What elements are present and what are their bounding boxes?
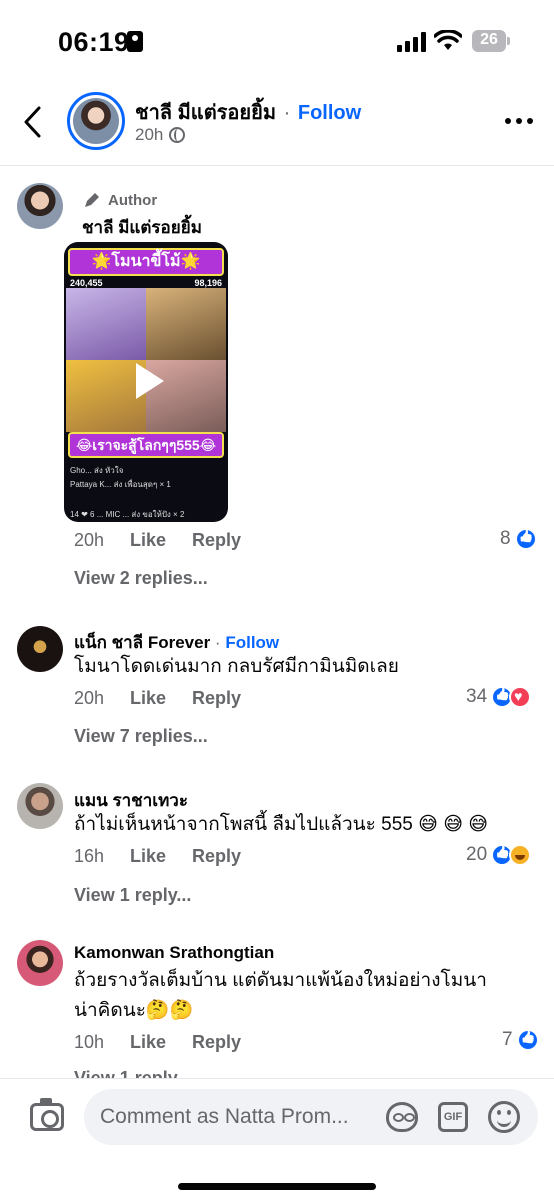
comment-author-name[interactable]: แน็ก ชาลี Forever <box>74 633 210 652</box>
comment-timestamp[interactable]: 20h <box>74 530 130 551</box>
love-reaction-icon <box>509 686 532 708</box>
post-header: ชาลี มีแต่รอยยิ้ม · Follow 20h <box>0 84 554 166</box>
comment-actions: 16h Like Reply <box>74 846 241 867</box>
home-indicator <box>178 1183 376 1190</box>
comment-text: โมนาโดดเด่นมาก กลบรัศมีกามินมิดเลย <box>74 656 399 677</box>
comment-author-name[interactable]: Kamonwan Srathongtian <box>74 943 274 963</box>
like-reaction-icon <box>516 1029 539 1051</box>
comment-timestamp[interactable]: 16h <box>74 846 130 867</box>
header-title: ชาลี มีแต่รอยยิ้ม · Follow <box>135 96 361 128</box>
comment-avatar[interactable] <box>17 783 63 829</box>
post-timestamp[interactable]: 20h <box>135 125 163 145</box>
separator-dot: · <box>214 633 221 652</box>
comment-actions: 20h Like Reply <box>74 688 241 709</box>
comment-actions: 20h Like Reply <box>74 530 241 551</box>
like-button[interactable]: Like <box>130 846 192 867</box>
header-avatar[interactable] <box>67 92 125 150</box>
view-replies-link[interactable]: View 7 replies... <box>74 726 208 747</box>
gif-icon[interactable]: GIF <box>438 1102 468 1132</box>
comment-text: ถ้วยรางวัลเต็มบ้าน แต่ดันมาแพ้น้องใหม่อย… <box>74 970 487 991</box>
video-chat-line: Gho... ส่ง หัวใจ <box>70 466 124 475</box>
comment-timestamp[interactable]: 20h <box>74 688 130 709</box>
comment-avatar[interactable] <box>17 626 63 672</box>
reaction-summary[interactable]: 8 <box>500 528 537 550</box>
more-icon[interactable] <box>505 118 535 128</box>
like-button[interactable]: Like <box>130 530 192 551</box>
haha-reaction-icon <box>509 844 532 866</box>
comment-input[interactable]: Comment as Natta Prom... GIF <box>84 1089 538 1145</box>
reaction-summary[interactable]: 7 <box>502 1029 539 1051</box>
comment-actions: 10h Like Reply <box>74 1032 241 1053</box>
video-score-right: 98,196 <box>194 278 222 288</box>
like-reaction-icon <box>514 528 537 550</box>
page-name[interactable]: ชาลี มีแต่รอยยิ้ม <box>135 102 276 124</box>
battery-icon: 26 <box>472 30 510 52</box>
wifi-icon <box>434 30 462 50</box>
status-bar: 06:19 26 <box>0 0 554 84</box>
post-meta: 20h <box>135 125 186 145</box>
view-replies-link[interactable]: View 2 replies... <box>74 568 208 589</box>
reaction-count: 7 <box>502 1029 513 1050</box>
id-card-icon <box>127 31 143 52</box>
video-participant-1 <box>66 288 146 360</box>
author-badge: Author <box>82 190 157 210</box>
reaction-count: 20 <box>466 844 488 865</box>
reaction-count: 8 <box>500 528 511 549</box>
reply-button[interactable]: Reply <box>192 1032 241 1053</box>
battery-level: 26 <box>480 31 498 48</box>
video-score-left: 240,455 <box>70 278 103 288</box>
comment-timestamp[interactable]: 10h <box>74 1032 130 1053</box>
video-chat-line: Pattaya K... ส่ง เพื่อนสุดๆ × 1 <box>70 480 171 489</box>
reply-button[interactable]: Reply <box>192 688 241 709</box>
status-time: 06:19 <box>58 27 130 57</box>
like-button[interactable]: Like <box>130 688 192 709</box>
comment-author-name[interactable]: ชาลี มีแต่รอยยิ้ม <box>82 214 202 241</box>
view-replies-link[interactable]: View 1 reply... <box>74 885 191 906</box>
video-title: 🌟โมนาขี้โม้🌟 <box>68 248 224 276</box>
play-icon[interactable] <box>132 361 166 401</box>
avatar-sticker-icon[interactable] <box>386 1102 418 1132</box>
follow-button[interactable]: Follow <box>298 102 361 124</box>
like-button[interactable]: Like <box>130 1032 192 1053</box>
separator-dot: · <box>283 102 291 124</box>
back-arrow-icon[interactable] <box>18 104 48 140</box>
comment-composer: Comment as Natta Prom... GIF <box>0 1078 554 1200</box>
reaction-summary[interactable]: 20 <box>466 844 532 866</box>
reaction-summary[interactable]: 34 <box>466 686 532 708</box>
comment-avatar[interactable] <box>17 183 63 229</box>
emoji-icon[interactable] <box>488 1101 520 1133</box>
globe-icon <box>169 127 186 143</box>
video-banner: 😂เราจะสู้โลกๆๆ555😂 <box>68 432 224 458</box>
video-chat-line: 14 ❤ 6 ... MIC ... ส่ง ขอให้ปัง × 2 <box>70 510 185 519</box>
video-participant-2 <box>146 288 226 360</box>
comment-avatar[interactable] <box>17 940 63 986</box>
camera-icon[interactable] <box>30 1098 64 1131</box>
comment-text: ถ้าไม่เห็นหน้าจากโพสนี้ ลืมไปแล้วนะ 555 … <box>74 814 489 835</box>
comment-text: น่าคิดนะ🤔🤔 <box>74 1000 194 1021</box>
reply-button[interactable]: Reply <box>192 530 241 551</box>
reply-button[interactable]: Reply <box>192 846 241 867</box>
comment-input-placeholder: Comment as Natta Prom... <box>100 1105 349 1128</box>
follow-button[interactable]: Follow <box>225 633 279 652</box>
signal-icon <box>397 32 427 52</box>
reaction-count: 34 <box>466 686 488 707</box>
author-badge-label: Author <box>108 191 158 209</box>
pen-icon <box>85 193 99 207</box>
